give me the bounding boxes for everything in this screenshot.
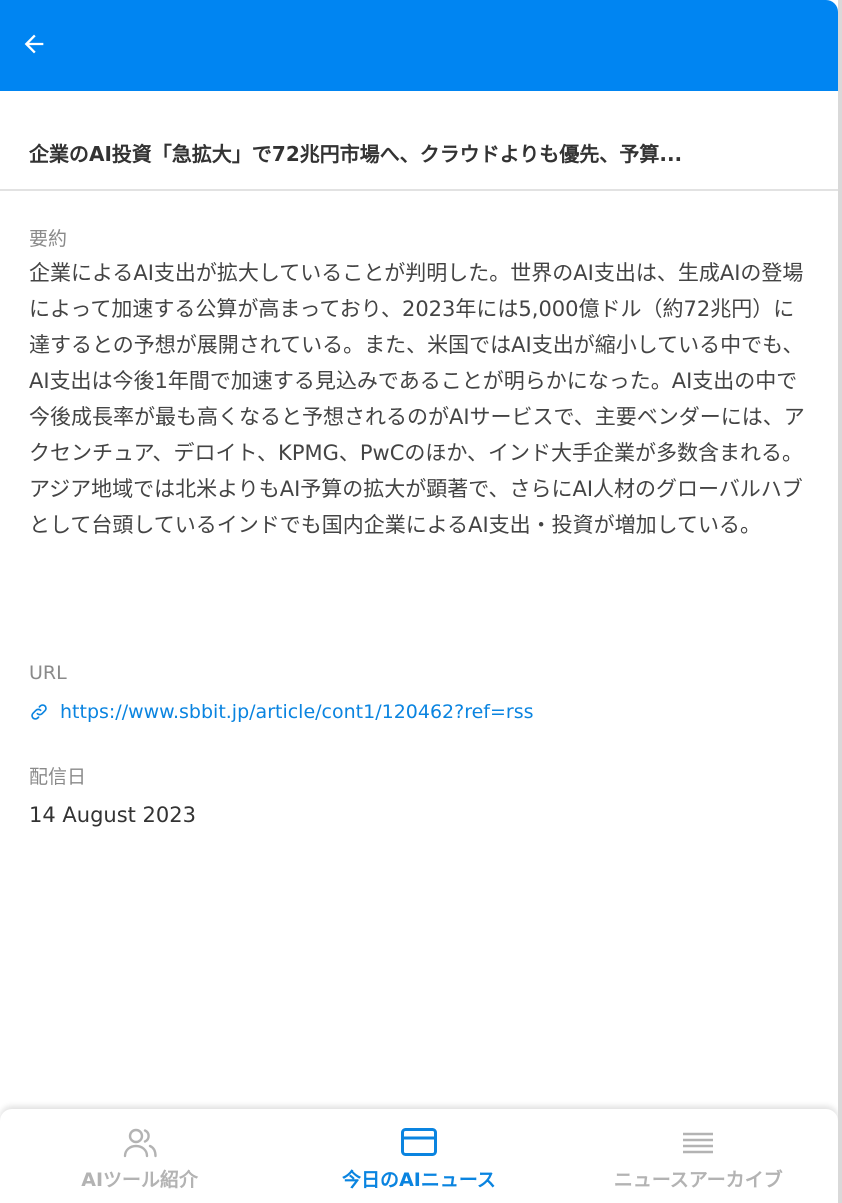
nav-today-news[interactable]: 今日のAIニュース	[279, 1109, 558, 1203]
users-icon	[121, 1125, 159, 1159]
article-content: 要約 企業によるAI支出が拡大していることが判明した。世界のAI支出は、生成AI…	[29, 225, 811, 543]
link-icon	[31, 704, 47, 720]
nav-news-archive[interactable]: ニュースアーカイブ	[559, 1109, 838, 1203]
app-frame: 企業のAI投資「急拡大」で72兆円市場へ、クラウドよりも優先、予算... 要約 …	[0, 0, 842, 1203]
nav-label-news-archive: ニュースアーカイブ	[613, 1169, 783, 1191]
back-button[interactable]	[18, 28, 50, 60]
article-link[interactable]: https://www.sbbit.jp/article/cont1/12046…	[29, 701, 534, 723]
date-label: 配信日	[29, 766, 87, 788]
nav-ai-tools[interactable]: AIツール紹介	[0, 1109, 279, 1203]
summary-text: 企業によるAI支出が拡大していることが判明した。世界のAI支出は、生成AIの登場…	[29, 261, 805, 537]
app-bar	[0, 0, 838, 91]
card-icon	[400, 1125, 438, 1159]
nav-label-today-news: 今日のAIニュース	[342, 1169, 496, 1191]
bottom-nav: AIツール紹介 今日のAIニュース ニュースアーカイブ	[0, 1109, 838, 1203]
article-url[interactable]: https://www.sbbit.jp/article/cont1/12046…	[60, 701, 534, 723]
article-title: 企業のAI投資「急拡大」で72兆円市場へ、クラウドよりも優先、予算...	[29, 142, 683, 166]
nav-label-ai-tools: AIツール紹介	[81, 1169, 199, 1191]
arrow-left-icon	[24, 34, 44, 54]
url-label: URL	[29, 662, 67, 684]
publish-date: 14 August 2023	[29, 803, 197, 827]
title-section: 企業のAI投資「急拡大」で72兆円市場へ、クラウドよりも優先、予算...	[0, 91, 838, 191]
summary-label: 要約	[29, 228, 68, 250]
list-icon	[679, 1125, 717, 1159]
